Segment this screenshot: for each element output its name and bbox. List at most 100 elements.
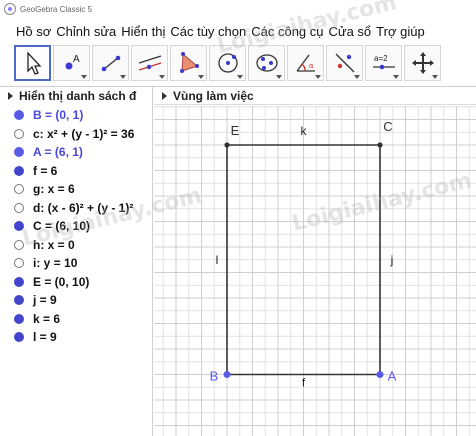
algebra-row-text: g: x = 6 bbox=[33, 182, 75, 197]
toolbar: A α a=2 bbox=[14, 45, 443, 85]
algebra-row-text: C = (6, 10) bbox=[33, 219, 91, 234]
algebra-header[interactable]: Hiển thị danh sách đ bbox=[0, 87, 152, 105]
algebra-row[interactable]: k = 6 bbox=[0, 310, 152, 329]
point-tool-button[interactable]: A bbox=[53, 45, 90, 81]
collapse-triangle-icon[interactable] bbox=[8, 92, 13, 100]
algebra-row-text: j = 9 bbox=[33, 293, 57, 308]
menu-tools[interactable]: Các công cụ bbox=[251, 24, 323, 39]
angle-tool-button[interactable]: α bbox=[287, 45, 324, 81]
point-C[interactable] bbox=[377, 142, 383, 148]
visibility-toggle-icon[interactable] bbox=[14, 110, 24, 121]
algebra-row[interactable]: d: (x - 6)² + (y - 1)² bbox=[0, 199, 152, 218]
visibility-toggle-icon[interactable] bbox=[14, 147, 24, 158]
algebra-list: B = (0, 1) c: x² + (y - 1)² = 36 A = (6, 1… bbox=[0, 105, 152, 347]
algebra-header-title: Hiển thị danh sách đ bbox=[19, 89, 137, 103]
algebra-row[interactable]: l = 9 bbox=[0, 328, 152, 347]
visibility-toggle-icon[interactable] bbox=[14, 165, 24, 176]
visibility-toggle-icon[interactable] bbox=[14, 128, 24, 139]
circle-icon bbox=[217, 53, 238, 73]
graphics-header[interactable]: Vùng làm việc bbox=[154, 87, 476, 105]
slider-tool-label: a=2 bbox=[374, 54, 388, 63]
graphics-view: fjklBACE Vùng làm việc bbox=[154, 87, 476, 436]
algebra-row[interactable]: E = (0, 10) bbox=[0, 273, 152, 292]
tool-menu-arrow-icon bbox=[432, 75, 438, 79]
point-E[interactable] bbox=[224, 142, 230, 148]
menu-help[interactable]: Trợ giúp bbox=[376, 24, 425, 39]
grid bbox=[154, 106, 476, 436]
algebra-row[interactable]: j = 9 bbox=[0, 291, 152, 310]
tool-menu-arrow-icon bbox=[198, 75, 204, 79]
parallel-tool-button[interactable] bbox=[131, 45, 168, 81]
tool-menu-arrow-icon bbox=[393, 75, 399, 79]
segment-label: l bbox=[216, 253, 219, 267]
graphics-header-title: Vùng làm việc bbox=[173, 88, 254, 103]
move-tool-button[interactable] bbox=[14, 45, 51, 81]
algebra-row-text: l = 9 bbox=[33, 330, 57, 345]
algebra-row-text: k = 6 bbox=[33, 311, 61, 326]
algebra-row[interactable]: g: x = 6 bbox=[0, 180, 152, 199]
algebra-row-text: E = (0, 10) bbox=[33, 274, 90, 289]
conic-tool-button[interactable] bbox=[248, 45, 285, 81]
parallel-lines-icon bbox=[138, 55, 161, 71]
reflect-icon bbox=[335, 53, 354, 73]
algebra-row[interactable]: c: x² + (y - 1)² = 36 bbox=[0, 125, 152, 144]
tool-menu-arrow-icon bbox=[276, 75, 282, 79]
algebra-row-text: h: x = 0 bbox=[33, 237, 75, 252]
visibility-toggle-icon[interactable] bbox=[14, 184, 24, 195]
conic-icon bbox=[255, 54, 278, 72]
svg-text:α: α bbox=[309, 62, 314, 70]
reflect-tool-button[interactable] bbox=[326, 45, 363, 81]
algebra-row[interactable]: B = (0, 1) bbox=[0, 106, 152, 125]
algebra-row-text: c: x² + (y - 1)² = 36 bbox=[33, 126, 135, 141]
point-label: A bbox=[388, 369, 397, 384]
algebra-view: Hiển thị danh sách đ B = (0, 1) c: x² + (… bbox=[0, 87, 153, 436]
point-tool-label: A bbox=[73, 54, 80, 65]
menu-edit[interactable]: Chỉnh sửa bbox=[56, 24, 116, 39]
visibility-toggle-icon[interactable] bbox=[14, 276, 24, 287]
algebra-row-text: A = (6, 1) bbox=[33, 145, 83, 160]
algebra-row-text: B = (0, 1) bbox=[33, 108, 84, 123]
line-icon bbox=[101, 55, 120, 72]
visibility-toggle-icon[interactable] bbox=[14, 221, 24, 232]
algebra-row[interactable]: i: y = 10 bbox=[0, 254, 152, 273]
move-view-tool-button[interactable] bbox=[404, 45, 441, 81]
segment-label: j bbox=[390, 253, 394, 267]
tool-menu-arrow-icon bbox=[159, 75, 165, 79]
slider-tool-button[interactable]: a=2 bbox=[365, 45, 402, 81]
algebra-row[interactable]: C = (6, 10) bbox=[0, 217, 152, 236]
collapse-triangle-icon[interactable] bbox=[162, 91, 167, 100]
visibility-toggle-icon[interactable] bbox=[14, 295, 24, 306]
point-A[interactable] bbox=[376, 371, 384, 378]
tool-menu-arrow-icon bbox=[354, 75, 360, 79]
algebra-row[interactable]: A = (6, 1) bbox=[0, 143, 152, 162]
point-B[interactable] bbox=[223, 371, 231, 378]
move-arrow-icon bbox=[26, 51, 41, 75]
visibility-toggle-icon[interactable] bbox=[14, 332, 24, 343]
menu-file[interactable]: Hồ sơ bbox=[16, 24, 51, 39]
algebra-row[interactable]: f = 6 bbox=[0, 162, 152, 181]
title-bar: GeoGebra Classic 5 bbox=[0, 0, 476, 18]
point-label: B bbox=[210, 369, 219, 384]
menu-window[interactable]: Cửa sổ bbox=[329, 24, 372, 39]
slider-icon: a=2 bbox=[372, 54, 395, 70]
graphics-canvas[interactable]: fjklB ACE bbox=[154, 106, 476, 436]
algebra-row-text: i: y = 10 bbox=[33, 256, 78, 271]
menu-options[interactable]: Các tùy chọn bbox=[170, 24, 246, 39]
polygon-tool-button[interactable] bbox=[170, 45, 207, 81]
line-tool-button[interactable] bbox=[92, 45, 129, 81]
tool-menu-arrow-icon bbox=[81, 75, 87, 79]
tool-menu-arrow-icon bbox=[120, 75, 126, 79]
move-view-icon bbox=[411, 52, 434, 74]
tool-menu-arrow-icon bbox=[237, 75, 243, 79]
visibility-toggle-icon[interactable] bbox=[14, 258, 24, 269]
tool-menu-arrow-icon bbox=[315, 75, 321, 79]
menu-view[interactable]: Hiển thị bbox=[121, 24, 165, 39]
visibility-toggle-icon[interactable] bbox=[14, 313, 24, 324]
segment-label: k bbox=[301, 124, 308, 138]
algebra-row-text: d: (x - 6)² + (y - 1)² bbox=[33, 200, 134, 215]
menu-bar: Hồ sơ Chỉnh sửa Hiển thị Các tùy chọn Cá… bbox=[0, 20, 476, 42]
visibility-toggle-icon[interactable] bbox=[14, 239, 24, 250]
visibility-toggle-icon[interactable] bbox=[14, 202, 24, 213]
algebra-row[interactable]: h: x = 0 bbox=[0, 236, 152, 255]
circle-tool-button[interactable] bbox=[209, 45, 246, 81]
